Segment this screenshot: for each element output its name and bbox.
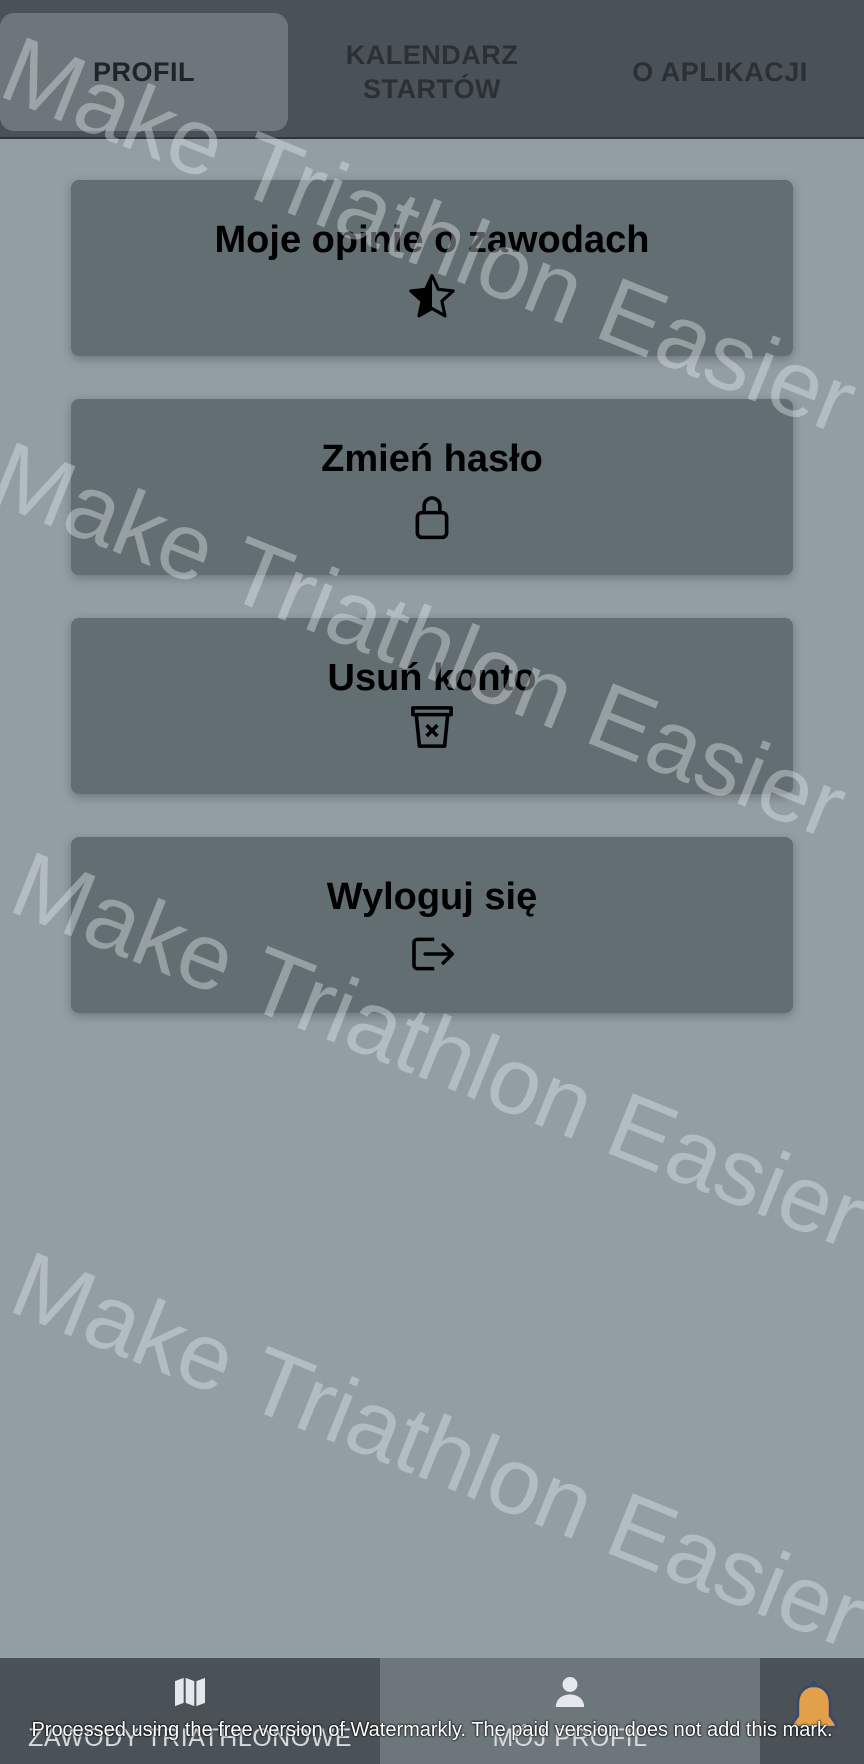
logout-label: Wyloguj się xyxy=(326,876,538,918)
lock-icon xyxy=(415,496,449,540)
trash-icon xyxy=(411,706,453,748)
tab-kalendarz-startow[interactable]: KALENDARZ STARTÓW xyxy=(288,13,576,131)
delete-account-label: Usuń konto xyxy=(327,657,537,699)
top-tab-bar: PROFIL KALENDARZ STARTÓW O APLIKACJI xyxy=(0,0,864,139)
my-reviews-label: Moje opinie o zawodach xyxy=(214,219,650,261)
watermark-text: Make Triathlon Easier xyxy=(0,1230,864,1669)
user-icon xyxy=(555,1677,585,1707)
delete-account-button[interactable]: Usuń konto xyxy=(71,618,793,794)
logout-icon xyxy=(412,937,455,971)
star-half-icon xyxy=(409,274,455,318)
tab-kalendarz-label: KALENDARZ STARTÓW xyxy=(345,40,519,104)
tab-profil[interactable]: PROFIL xyxy=(0,13,288,131)
watermark-footer: Processed using the free version of Wate… xyxy=(31,1719,833,1741)
bottom-nav-bar: ZAWODY TRIATHLONOWE MÓJ PROFIL xyxy=(0,1658,864,1764)
my-reviews-button[interactable]: Moje opinie o zawodach xyxy=(71,180,793,356)
change-password-button[interactable]: Zmień hasło xyxy=(71,399,793,575)
map-icon xyxy=(175,1677,205,1707)
change-password-label: Zmień hasło xyxy=(321,438,543,480)
nav-moj-profil[interactable]: MÓJ PROFIL xyxy=(380,1658,760,1764)
tab-o-aplikacji-label: O APLIKACJI xyxy=(632,57,808,87)
nav-zawody-triathlonowe[interactable]: ZAWODY TRIATHLONOWE xyxy=(0,1658,380,1764)
tab-o-aplikacji[interactable]: O APLIKACJI xyxy=(576,13,864,131)
tab-profil-label: PROFIL xyxy=(93,57,195,87)
logout-button[interactable]: Wyloguj się xyxy=(71,837,793,1013)
